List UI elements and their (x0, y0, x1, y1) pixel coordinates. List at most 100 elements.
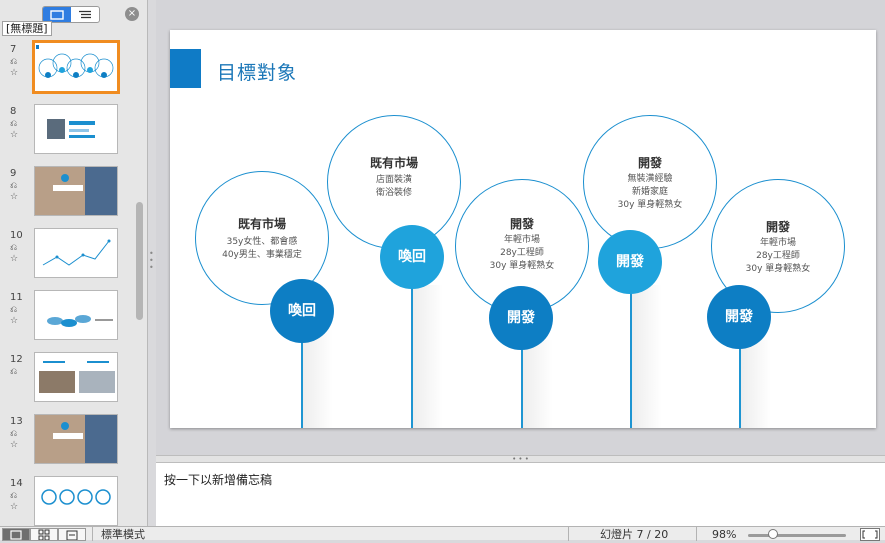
slide-thumbnail[interactable] (34, 166, 118, 216)
slide-thumbnail[interactable] (34, 104, 118, 154)
slide-number: 12 (10, 354, 23, 365)
circle-line: 30y 單身輕熟女 (617, 200, 683, 210)
slide-navigator-panel: × [無標題] 7 ⎌ ☆ 8 ⎌ ☆ 9 ⎌ ☆ 10 ⎌ ☆ 11 ⎌ ☆ … (0, 0, 148, 526)
slide-preview-image (35, 167, 117, 215)
slide-number: 13 (10, 416, 23, 427)
stem-shadow (741, 340, 771, 428)
stem-shadow (523, 340, 553, 428)
normal-view-icon (10, 530, 22, 540)
slide-preview-image (47, 119, 95, 139)
slide-thumbnail[interactable] (34, 476, 118, 526)
view-mode-label: 標準模式 (101, 528, 145, 541)
circle-line: 年輕市場 (503, 235, 540, 245)
grid-view-icon (38, 529, 50, 541)
slide-thumbnail-row[interactable]: 12 ⎌ (0, 352, 132, 408)
zoom-slider-track[interactable] (748, 534, 846, 537)
badge-develop[interactable]: 開發 (598, 230, 662, 294)
slide-preview-image (41, 489, 111, 505)
slide-sorter-button[interactable] (30, 528, 58, 541)
slide-number: 9 (10, 168, 17, 179)
slide-preview-image (35, 415, 117, 463)
status-separator (696, 527, 697, 541)
slide-thumbnail-row[interactable]: 8 ⎌ ☆ (0, 104, 132, 160)
circle-line: 無裝潢經驗 (627, 174, 673, 184)
slide-thumbnail-row[interactable]: 7 ⎌ ☆ (0, 40, 132, 98)
slide-thumbnail-row[interactable]: 11 ⎌ ☆ (0, 290, 132, 346)
stem-shadow (303, 330, 333, 428)
status-separator (92, 527, 93, 541)
slide-position-indicator: 幻燈片 7 / 20 (600, 528, 669, 541)
slide-canvas: 目標對象 既有市場 35y女性、都會感 40y男生、事業穩定 既有市場 店面裝潢… (156, 0, 885, 455)
current-slide[interactable]: 目標對象 既有市場 35y女性、都會感 40y男生、事業穩定 既有市場 店面裝潢… (170, 30, 876, 428)
slide-number: 8 (10, 106, 17, 117)
slide-status-icons: ⎌ ☆ (10, 119, 19, 140)
outline-view-button[interactable] (71, 7, 99, 22)
slide-number: 14 (10, 478, 23, 489)
slide-status-icons: ⎌ ☆ (10, 243, 19, 264)
title-accent-bar (170, 49, 201, 88)
circle-title: 既有市場 (369, 156, 418, 170)
close-navigator-button[interactable]: × (125, 7, 139, 21)
stem-shadow (413, 285, 443, 428)
notes-view-icon (66, 530, 78, 541)
circle-title: 開發 (509, 217, 534, 231)
slide-preview-image (39, 361, 115, 393)
circle-title: 開發 (765, 220, 790, 234)
thumbnail-view-button[interactable] (43, 7, 71, 22)
circle-line: 年輕市場 (759, 238, 796, 248)
circle-line: 40y男生、事業穩定 (222, 250, 302, 260)
zoom-slider-handle[interactable] (768, 529, 778, 539)
badge-develop[interactable]: 開發 (707, 285, 771, 349)
document-title: [無標題] (2, 21, 52, 36)
slide-thumbnail[interactable] (34, 414, 118, 464)
circle-title: 開發 (637, 156, 662, 170)
slide-thumbnail-row[interactable]: 10 ⎌ ☆ (0, 228, 132, 284)
circle-line: 30y 單身輕熟女 (489, 261, 555, 271)
slide-number: 11 (10, 292, 23, 303)
status-bar: 標準模式 幻燈片 7 / 20 98% (0, 526, 885, 541)
badge-recall[interactable]: 喚回 (270, 279, 334, 343)
notes-splitter[interactable]: • • • (156, 455, 885, 463)
circle-line: 30y 單身輕熟女 (745, 264, 811, 274)
slide-thumbnail[interactable] (34, 352, 118, 402)
notes-pane[interactable]: 按一下以新增備忘稿 (156, 463, 885, 526)
normal-view-button[interactable] (2, 528, 30, 541)
slide-thumbnail[interactable] (34, 228, 118, 278)
circle-line: 28y工程師 (756, 251, 800, 261)
outline-view-icon (79, 10, 91, 18)
circle-line: 店面裝潢 (375, 175, 412, 185)
target-circle[interactable]: 開發 無裝潢經驗 新婚家庭 30y 單身輕熟女 (583, 115, 717, 249)
badge-develop[interactable]: 開發 (489, 286, 553, 350)
status-separator (568, 527, 569, 541)
notes-view-button[interactable] (58, 528, 86, 541)
circle-line: 35y女性、都會感 (226, 237, 298, 247)
slide-preview-image (42, 239, 111, 266)
circle-line: 衛浴裝修 (375, 188, 412, 198)
navigator-scrollbar[interactable] (136, 202, 143, 320)
slide-number: 10 (10, 230, 23, 241)
slide-number: 7 (10, 44, 17, 55)
circle-line: 新婚家庭 (631, 187, 668, 197)
slide-title[interactable]: 目標對象 (217, 58, 297, 85)
panel-splitter-handle[interactable]: • • • (149, 250, 154, 272)
circle-title: 既有市場 (237, 217, 286, 231)
slide-status-icons: ⎌ (10, 367, 18, 377)
close-icon: × (127, 8, 137, 19)
slide-thumbnail-selected[interactable] (32, 40, 120, 94)
circle-line: 28y工程師 (500, 248, 544, 258)
fit-window-icon (862, 530, 878, 539)
slide-thumbnail-row[interactable]: 9 ⎌ ☆ (0, 166, 132, 222)
slide-status-icons: ⎌ ☆ (10, 181, 19, 202)
slide-preview-image (47, 315, 113, 327)
slide-thumbnail[interactable] (34, 290, 118, 340)
slide-thumbnail-row[interactable]: 13 ⎌ ☆ (0, 414, 132, 470)
slide-status-icons: ⎌ ☆ (10, 491, 19, 512)
badge-recall[interactable]: 喚回 (380, 225, 444, 289)
slide-status-icons: ⎌ ☆ (10, 57, 19, 78)
thumbnail-view-icon (50, 9, 64, 20)
fit-to-window-button[interactable] (860, 528, 880, 541)
notes-placeholder[interactable]: 按一下以新增備忘稿 (164, 471, 272, 488)
stem-shadow (632, 285, 662, 428)
slide-thumbnail-row[interactable]: 14 ⎌ ☆ (0, 476, 132, 532)
zoom-level[interactable]: 98% (712, 528, 736, 541)
